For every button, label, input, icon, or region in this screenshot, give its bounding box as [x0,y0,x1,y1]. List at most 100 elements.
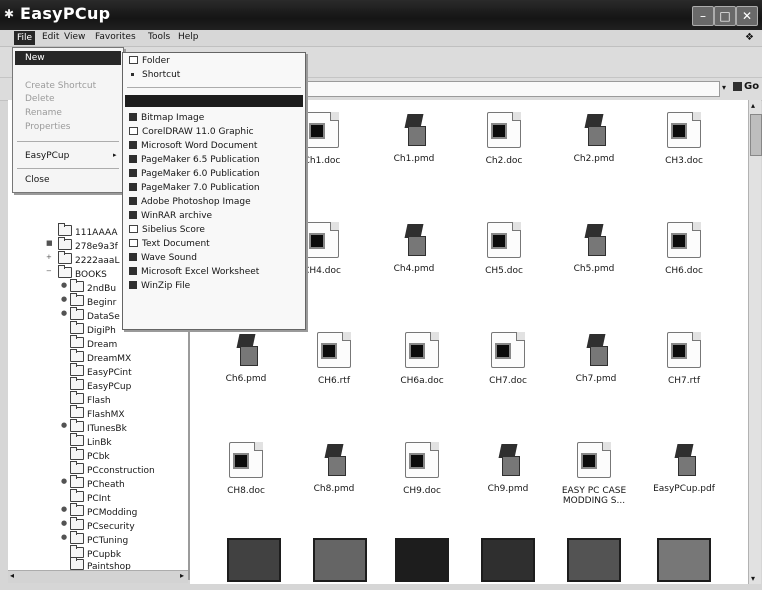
address-dropdown-icon[interactable]: ▾ [722,83,726,92]
file-item[interactable]: CH6.rtf [298,332,370,386]
image-thumbnail[interactable] [472,538,544,590]
menu-item-pagemaker-65[interactable]: PageMaker 6.5 Publication [129,155,260,165]
content-vertical-scrollbar[interactable]: ▴ ▾ [748,100,762,584]
tree-item[interactable]: 111AAAA [58,223,118,238]
tree-item[interactable]: EasyPCint [70,363,132,378]
image-thumbnail[interactable] [648,538,720,590]
menu-item-excel-worksheet[interactable]: Microsoft Excel Worksheet [129,267,259,277]
folder-icon [70,475,84,488]
tree-item[interactable]: ● PCheath [61,475,125,490]
menu-item-pagemaker-60[interactable]: PageMaker 6.0 Publication [129,169,260,179]
menu-item-text-document[interactable]: Text Document [129,239,210,249]
tree-item[interactable]: ● ITunesBk [61,419,127,434]
menu-item-word-document[interactable]: Microsoft Word Document [129,141,257,151]
image-thumbnail[interactable] [558,538,630,590]
tree-item[interactable]: PCconstruction [70,461,155,476]
tree-item[interactable]: ● DataSe [61,307,120,322]
tree-item[interactable]: ● PCTuning [61,531,128,546]
menu-item-coreldraw[interactable]: CorelDRAW 11.0 Graphic [129,127,254,137]
file-item[interactable]: CH9.doc [386,442,458,496]
expand-icon[interactable]: ● [61,309,67,317]
menu-edit[interactable]: Edit [42,32,59,42]
scroll-right-icon[interactable]: ▸ [180,571,184,580]
scroll-down-icon[interactable]: ▾ [751,574,755,583]
file-item[interactable]: Ch2.doc [468,112,540,166]
scroll-up-icon[interactable]: ▴ [751,101,755,110]
menu-file[interactable]: File [14,31,36,45]
expand-icon[interactable]: ● [61,281,67,289]
file-item[interactable]: Ch4.pmd [378,222,450,274]
folder-icon [129,56,138,64]
tree-item[interactable]: EasyPCup [70,377,131,392]
expand-icon[interactable]: ● [61,477,67,485]
menu-view[interactable]: View [64,32,85,42]
go-button[interactable]: Go [733,81,759,92]
tree-item[interactable]: FlashMX [70,405,125,420]
scroll-left-icon[interactable]: ◂ [10,571,14,580]
tree-item[interactable]: +2222aaaL [46,251,119,266]
tree-item[interactable]: ● PCModding [61,503,137,518]
expand-icon[interactable]: ● [61,505,67,513]
image-thumbnail[interactable] [304,538,376,590]
menu-item-delete[interactable]: Delete [25,94,55,104]
file-item[interactable]: CH7.rtf [648,332,720,386]
menu-item-folder[interactable]: Folder [129,56,170,66]
file-item[interactable]: Ch7.pmd [560,332,632,384]
expand-icon[interactable]: ● [61,533,67,541]
file-item[interactable]: Ch8.pmd [298,442,370,494]
menu-item-winrar-archive[interactable]: WinRAR archive [129,211,212,221]
menu-item-bitmap-image[interactable]: Bitmap Image [129,113,204,123]
expand-icon[interactable]: ● [61,519,67,527]
winrar-icon [129,211,137,219]
file-item[interactable]: Ch6.pmd [210,332,282,384]
image-thumbnail[interactable] [386,538,458,590]
menu-item-properties[interactable]: Properties [25,122,70,132]
file-item[interactable]: CH3.doc [648,112,720,166]
menu-item-sibelius-score[interactable]: Sibelius Score [129,225,205,235]
folder-icon [70,557,84,570]
maximize-button[interactable]: □ [714,6,736,26]
expand-icon[interactable]: + [46,253,52,261]
tree-item[interactable]: − BOOKS [46,265,107,280]
minimize-button[interactable]: – [692,6,714,26]
menu-item-pagemaker-70[interactable]: PageMaker 7.0 Publication [129,183,260,193]
file-item[interactable]: CH6.doc [648,222,720,276]
tree-horizontal-scrollbar[interactable]: ◂ ▸ [8,570,188,583]
expand-icon[interactable]: ● [61,421,67,429]
collapse-icon[interactable]: − [46,267,52,275]
file-item[interactable]: Ch2.pmd [558,112,630,164]
tree-item[interactable]: ■ 278e9a3f [46,237,118,252]
file-item[interactable]: CH5.doc [468,222,540,276]
file-item[interactable]: EasyPCup.pdf [648,442,720,494]
file-item[interactable]: EASY PC CASE MODDING S... [558,442,630,506]
expand-icon[interactable]: ■ [46,239,53,247]
file-item[interactable]: CH7.doc [472,332,544,386]
menu-item-wave-sound[interactable]: Wave Sound [129,253,197,263]
close-button[interactable]: ✕ [736,6,758,26]
file-item[interactable]: Ch9.pmd [472,442,544,494]
file-item[interactable]: Ch5.pmd [558,222,630,274]
menu-item-create-shortcut[interactable]: Create Shortcut [25,81,96,91]
file-item[interactable]: CH6a.doc [386,332,458,386]
menu-item-close[interactable]: Close [25,175,50,185]
address-input[interactable] [300,81,720,97]
menu-item-new[interactable]: New [25,53,45,63]
menu-item-rename[interactable]: Rename [25,108,62,118]
menu-item-photoshop-image[interactable]: Adobe Photoshop Image [129,197,251,207]
image-thumbnail[interactable] [218,538,290,590]
menu-item-shortcut[interactable]: Shortcut [129,70,180,80]
word-doc-icon [577,442,611,478]
file-item[interactable]: CH8.doc [210,442,282,496]
menu-tools[interactable]: Tools [148,32,170,42]
menu-item-easypcup[interactable]: EasyPCup [25,151,69,161]
file-item[interactable]: Ch1.pmd [378,112,450,164]
menu-help[interactable]: Help [178,32,199,42]
expand-icon[interactable]: ● [61,295,67,303]
menu-item-winzip-file[interactable]: WinZip File [129,281,190,291]
scroll-thumb[interactable] [750,114,762,156]
menu-bar: File Edit View Favorites Tools Help ❖ [0,30,762,47]
tree-item[interactable]: Dream [70,335,117,350]
tree-item[interactable]: DreamMX [70,349,131,364]
tree-item[interactable]: ● PCsecurity [61,517,135,532]
menu-favorites[interactable]: Favorites [95,32,136,42]
